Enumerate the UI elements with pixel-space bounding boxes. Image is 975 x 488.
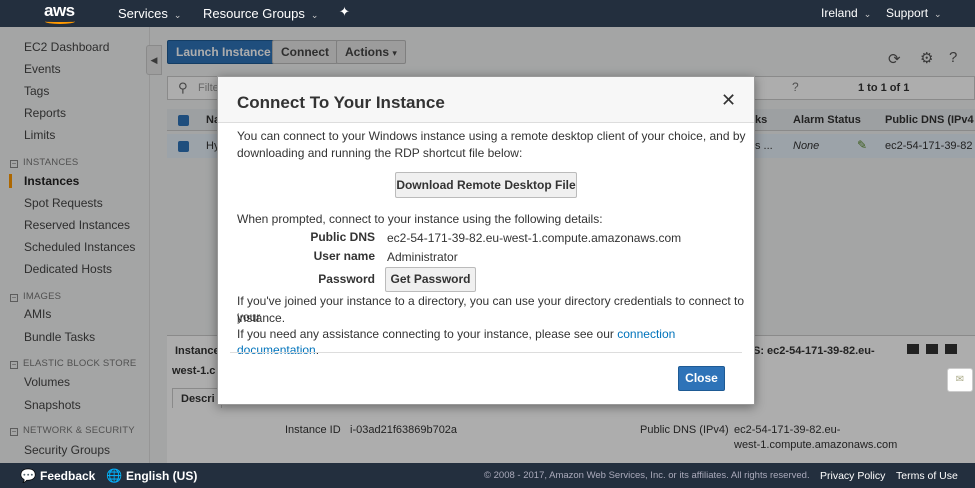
get-password-button[interactable]: Get Password xyxy=(385,267,476,292)
resource-groups-menu[interactable]: Resource Groups ⌄ xyxy=(203,6,318,21)
support-menu[interactable]: Support ⌄ xyxy=(886,6,942,20)
assist-prefix: If you need any assistance connecting to… xyxy=(237,327,614,341)
connect-modal: Connect To Your Instance ✕ You can conne… xyxy=(217,76,755,405)
chevron-down-icon: ⌄ xyxy=(934,9,942,19)
chevron-down-icon: ⌄ xyxy=(310,10,319,20)
chevron-down-icon: ⌄ xyxy=(173,10,182,20)
feedback-widget-icon[interactable]: ✉ xyxy=(947,368,973,392)
directory-text-line2: instance. xyxy=(237,311,286,325)
aws-logo-smile xyxy=(45,19,75,24)
language-selector[interactable]: English (US) xyxy=(126,469,197,483)
footer: 💬 Feedback 🌐 English (US) © 2008 - 2017,… xyxy=(0,463,975,488)
username-label: User name xyxy=(313,249,375,263)
public-dns-value: ec2-54-171-39-82.eu-west-1.compute.amazo… xyxy=(387,231,682,245)
copyright-text: © 2008 - 2017, Amazon Web Services, Inc.… xyxy=(484,470,810,481)
username-value: Administrator xyxy=(387,250,458,264)
services-label: Services xyxy=(118,6,168,21)
support-label: Support xyxy=(886,6,929,20)
modal-divider xyxy=(230,352,742,353)
feedback-icon[interactable]: 💬 xyxy=(20,468,36,484)
terms-of-use-link[interactable]: Terms of Use xyxy=(896,470,958,482)
download-rdp-button[interactable]: Download Remote Desktop File xyxy=(395,172,577,198)
top-nav: aws Services ⌄ Resource Groups ⌄ ✦ Ireland… xyxy=(0,0,975,27)
feedback-link[interactable]: Feedback xyxy=(40,469,95,483)
public-dns-label: Public DNS xyxy=(310,230,375,244)
intro-text-line1: You can connect to your Windows instance… xyxy=(237,129,746,143)
chevron-down-icon: ⌄ xyxy=(863,9,872,19)
prompt-text: When prompted, connect to your instance … xyxy=(237,212,603,226)
services-menu[interactable]: Services ⌄ xyxy=(118,6,181,21)
close-button[interactable]: Close xyxy=(678,366,725,391)
password-label: Password xyxy=(318,272,375,286)
modal-header: Connect To Your Instance ✕ xyxy=(218,77,754,123)
intro-text-line2: downloading and running the RDP shortcut… xyxy=(237,146,523,160)
region-label: Ireland xyxy=(821,6,858,20)
directory-text-line1: If you've joined your instance to a dire… xyxy=(237,294,745,324)
close-icon[interactable]: ✕ xyxy=(721,91,736,109)
aws-logo[interactable]: aws xyxy=(44,1,75,21)
pin-icon[interactable]: ✦ xyxy=(339,4,350,20)
assist-text: If you need any assistance connecting to… xyxy=(237,326,754,358)
privacy-policy-link[interactable]: Privacy Policy xyxy=(820,470,885,482)
globe-icon[interactable]: 🌐 xyxy=(106,468,122,484)
assist-suffix: . xyxy=(315,343,320,357)
modal-title: Connect To Your Instance xyxy=(237,93,445,112)
region-menu[interactable]: Ireland ⌄ xyxy=(821,6,871,20)
resource-groups-label: Resource Groups xyxy=(203,6,305,21)
